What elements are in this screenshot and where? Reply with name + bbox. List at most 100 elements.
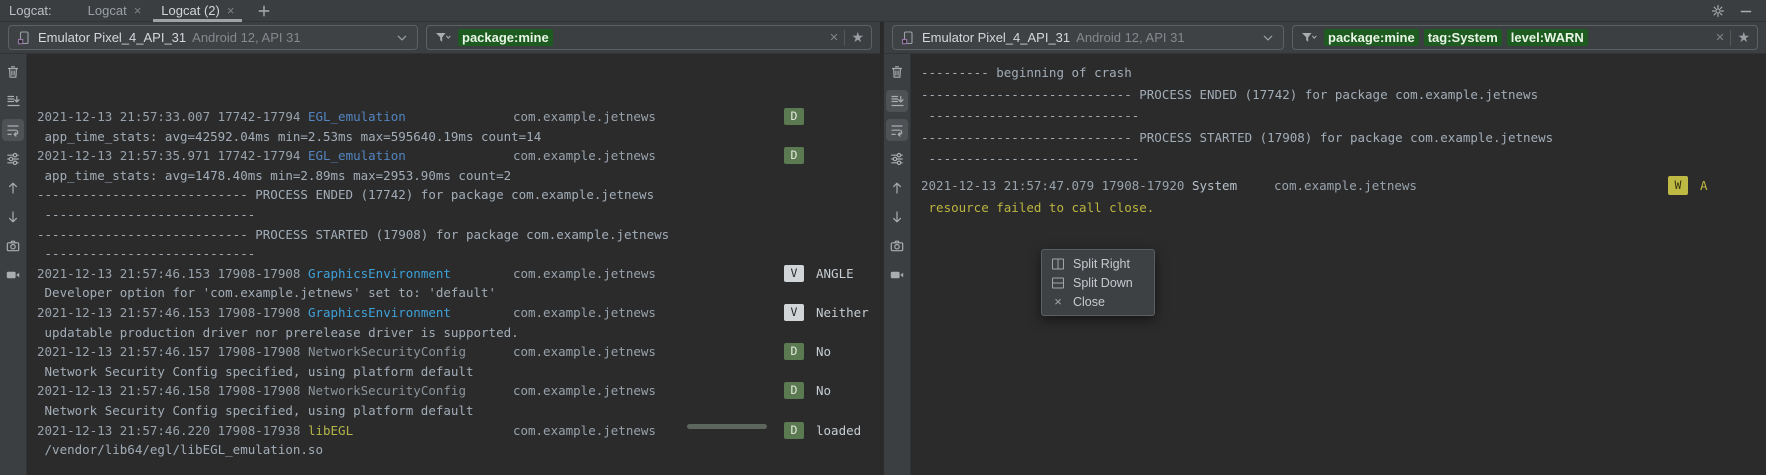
divider — [844, 29, 846, 46]
log-line: ---------------------------- — [37, 246, 256, 262]
settings-sliders-icon[interactable] — [886, 148, 908, 170]
window-controls — [1710, 3, 1766, 19]
filter-input[interactable]: package:mine × ★ — [426, 25, 872, 50]
minimize-icon[interactable] — [1738, 3, 1754, 19]
log-line: ---------------------------- — [921, 151, 1140, 167]
soft-wrap-icon[interactable] — [886, 119, 908, 141]
left-toolbar-row: Emulator Pixel_4_API_31 Android 12, API … — [0, 22, 880, 53]
log-line: --------- beginning of crash — [921, 65, 1132, 80]
tab-label: Logcat — [87, 3, 127, 18]
log-message: A — [1700, 177, 1708, 193]
log-tag: EGL_emulation — [307, 148, 406, 164]
favorite-star-icon[interactable]: ★ — [1737, 29, 1750, 46]
log-line: ---------------------------- PROCESS END… — [37, 187, 655, 203]
split-right-icon — [1050, 256, 1066, 272]
trash-icon[interactable] — [886, 61, 908, 83]
log-line: app_time_stats: avg=1478.40ms min=2.89ms… — [37, 167, 512, 183]
scroll-to-end-icon[interactable] — [886, 90, 908, 112]
log-line: ---------------------------- PROCESS END… — [921, 86, 1539, 102]
tab-logcat-2[interactable]: Logcat (2) × — [151, 0, 244, 22]
filter-tokens: package:mine — [458, 29, 553, 46]
filter-funnel-icon — [434, 30, 452, 46]
split-down-icon — [1050, 275, 1066, 291]
filter-input[interactable]: package:mine tag:System level:WARN × ★ — [1292, 25, 1758, 50]
settings-sliders-icon[interactable] — [2, 148, 24, 170]
logcat-header-bar: Logcat: Logcat × Logcat (2) × — [0, 0, 1766, 22]
log-line: 2021-12-13 21:57:46.158 17908-17908 Netw… — [37, 381, 880, 401]
video-icon[interactable] — [886, 264, 908, 286]
logcat-split-view: Emulator Pixel_4_API_31 Android 12, API … — [0, 22, 1766, 475]
log-message: Neither — [816, 304, 869, 320]
filter-tokens: package:mine tag:System level:WARN — [1324, 29, 1588, 46]
filter-token: package:mine — [1324, 29, 1419, 46]
device-spec: Android 12, API 31 — [192, 30, 301, 45]
log-level-badge: D — [784, 382, 804, 400]
log-package: com.example.jetnews — [512, 265, 656, 281]
log-timestamp: 2021-12-13 21:57:47.079 17908-17920 — [921, 177, 1192, 193]
log-package: com.example.jetnews — [1273, 177, 1417, 193]
device-selector[interactable]: Emulator Pixel_4_API_31 Android 12, API … — [892, 25, 1284, 50]
log-line: Network Security Config specified, using… — [37, 363, 474, 379]
arrow-down-icon[interactable] — [2, 206, 24, 228]
log-line: Network Security Config specified, using… — [37, 402, 474, 418]
log-output: 2021-12-13 21:57:33.007 17742-17794 EGL_… — [27, 54, 880, 475]
log-timestamp: 2021-12-13 21:57:46.157 17908-17908 — [37, 344, 308, 360]
menu-item-split-right[interactable]: Split Right — [1042, 254, 1154, 273]
log-level-badge: D — [784, 108, 804, 125]
camera-icon[interactable] — [2, 235, 24, 257]
soft-wrap-icon[interactable] — [2, 119, 24, 141]
arrow-up-icon[interactable] — [2, 177, 24, 199]
log-tag: System — [1191, 177, 1238, 193]
menu-item-split-down[interactable]: Split Down — [1042, 273, 1154, 292]
log-message: ANGLE — [816, 265, 854, 281]
log-package: com.example.jetnews — [512, 148, 656, 164]
device-selector[interactable]: Emulator Pixel_4_API_31 Android 12, API … — [8, 25, 418, 50]
log-package: com.example.jetnews — [512, 383, 656, 399]
logcat-tabs: Logcat × Logcat (2) × — [78, 0, 245, 22]
log-line: app_time_stats: avg=42592.04ms min=2.53m… — [37, 128, 542, 144]
tab-label: Logcat (2) — [161, 3, 220, 18]
tool-window-label: Logcat: — [9, 3, 52, 18]
gear-icon[interactable] — [1710, 3, 1726, 19]
log-line: 2021-12-13 21:57:46.157 17908-17908 Netw… — [37, 342, 880, 362]
arrow-down-icon[interactable] — [886, 206, 908, 228]
arrow-up-icon[interactable] — [886, 177, 908, 199]
scroll-to-end-icon[interactable] — [2, 90, 24, 112]
log-timestamp: 2021-12-13 21:57:46.153 17908-17908 — [37, 265, 308, 281]
logcat-tool-window: Logcat: Logcat × Logcat (2) × Emulator Pixe… — [0, 0, 1766, 475]
close-icon: × — [1054, 294, 1062, 309]
log-line: 2021-12-13 21:57:47.079 17908-17920 Syst… — [921, 175, 1766, 197]
log-tag: NetworkSecurityConfig — [307, 344, 466, 360]
log-line: ---------------------------- — [921, 108, 1140, 124]
menu-item-close[interactable]: × Close — [1042, 292, 1154, 311]
favorite-star-icon[interactable]: ★ — [851, 29, 864, 46]
video-icon[interactable] — [2, 264, 24, 286]
log-tag: GraphicsEnvironment — [307, 265, 451, 281]
logcat-side-toolbar — [0, 54, 27, 475]
menu-item-label: Split Down — [1073, 275, 1133, 290]
log-message: No — [816, 344, 832, 360]
new-tab-button[interactable] — [256, 0, 272, 22]
log-line: 2021-12-13 21:57:46.153 17908-17908 Grap… — [37, 264, 880, 284]
close-tab-icon[interactable]: × — [134, 4, 142, 17]
device-name: Emulator Pixel_4_API_31 — [38, 30, 187, 45]
logcat-side-toolbar — [884, 54, 911, 475]
log-tag: NetworkSecurityConfig — [307, 383, 466, 399]
split-context-menu: Split Right Split Down × Close — [1041, 249, 1155, 316]
log-line: ---------------------------- PROCESS STA… — [37, 226, 670, 242]
clear-filter-icon[interactable]: × — [830, 29, 839, 46]
log-level-badge: D — [784, 343, 804, 361]
log-line: ---------------------------- — [37, 206, 256, 222]
log-tag: libEGL — [307, 422, 354, 438]
clear-filter-icon[interactable]: × — [1716, 29, 1725, 46]
log-line: updatable production driver nor prerelea… — [37, 324, 519, 340]
tab-logcat[interactable]: Logcat × — [78, 0, 152, 22]
chevron-down-icon — [1260, 30, 1276, 46]
close-tab-icon[interactable]: × — [227, 4, 235, 17]
log-line: /vendor/lib64/egl/libEGL_emulation.so — [37, 442, 323, 458]
log-line: 2021-12-13 21:57:35.971 17742-17794 EGL_… — [37, 146, 880, 166]
trash-icon[interactable] — [2, 61, 24, 83]
camera-icon[interactable] — [886, 235, 908, 257]
divider — [1730, 29, 1732, 46]
log-output: --------- beginning of crash ------------… — [911, 54, 1766, 475]
